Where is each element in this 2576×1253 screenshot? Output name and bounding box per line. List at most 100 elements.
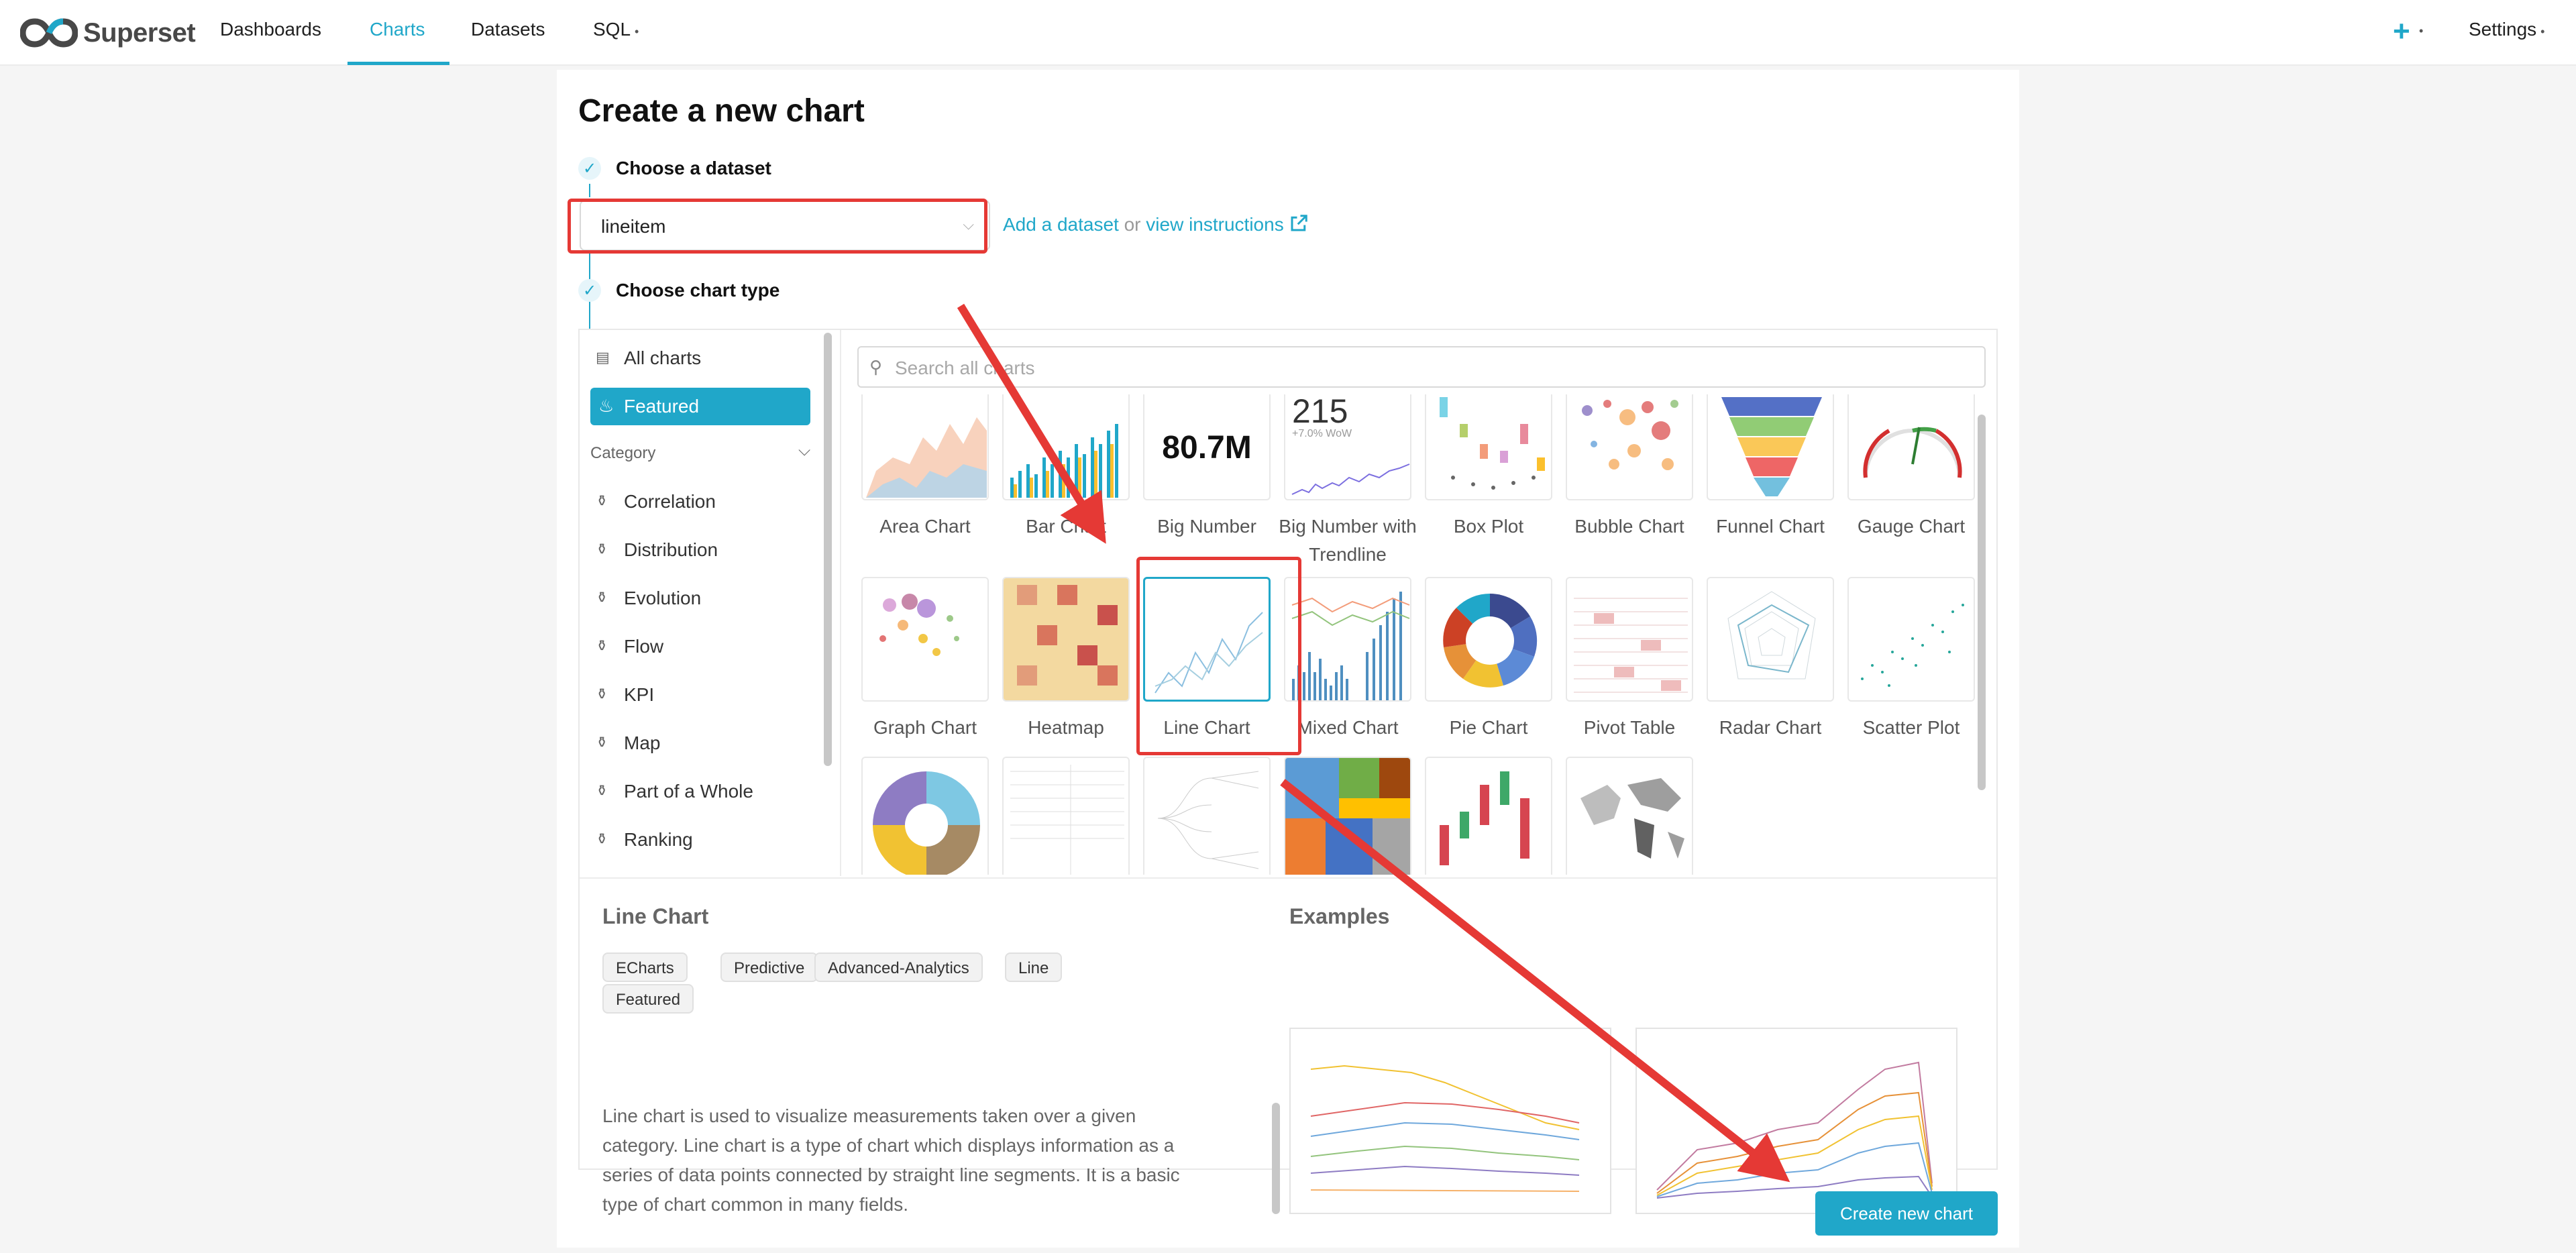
sidebar-scrollbar[interactable]: [824, 333, 832, 766]
chart-tile-box-plot[interactable]: [1425, 394, 1552, 500]
chart-tile-tree[interactable]: [1143, 757, 1271, 875]
chart-tile-bubble[interactable]: [1566, 394, 1693, 500]
sidebar-item-map[interactable]: Map: [624, 732, 660, 754]
example-2-thumbnail: [1656, 1061, 1933, 1199]
chart-label: Gauge Chart: [1857, 516, 1966, 537]
sidebar-item-flow[interactable]: Flow: [624, 636, 663, 657]
chart-label: Pie Chart: [1449, 717, 1528, 738]
chart-tile-heatmap[interactable]: [1002, 577, 1130, 702]
active-tab-indicator: [347, 62, 449, 65]
sidebar-item-all-charts[interactable]: All charts: [624, 347, 701, 369]
description-scrollbar[interactable]: [1272, 1103, 1280, 1214]
search-input[interactable]: [894, 354, 1970, 382]
tag-predictive: Predictive: [720, 952, 818, 982]
annotation-box-dataset: [568, 199, 987, 254]
dataset-links: Add a dataset or view instructions: [1003, 213, 1309, 235]
scatter-plot-thumbnail: [1861, 604, 1964, 687]
category-icon: ⚱: [596, 686, 608, 702]
divider: [840, 330, 841, 876]
chart-tile-area[interactable]: [861, 394, 989, 500]
sidebar-item-evolution[interactable]: Evolution: [624, 588, 701, 609]
chart-tile-pivot-table[interactable]: [1566, 577, 1693, 702]
chart-tile-pie[interactable]: [1425, 577, 1552, 702]
sidebar-item-kpi[interactable]: KPI: [624, 684, 654, 706]
chart-tile-world-map[interactable]: [1566, 757, 1693, 875]
chart-label: Radar Chart: [1719, 717, 1822, 738]
sidebar-item-part-of-a-whole[interactable]: Part of a Whole: [624, 781, 753, 802]
chart-tile-funnel[interactable]: [1707, 394, 1834, 500]
chart-tile-radar[interactable]: [1707, 577, 1834, 702]
sunburst-thumbnail: [873, 771, 980, 875]
pivot-table-thumbnail: [1574, 598, 1688, 693]
gallery-scrollbar[interactable]: [1978, 415, 1986, 790]
brand-name: Superset: [83, 17, 196, 48]
chevron-down-icon[interactable]: ⌵: [798, 441, 810, 460]
chart-tile-graph[interactable]: [861, 577, 989, 702]
chart-tile-table[interactable]: [1002, 757, 1130, 875]
chart-label: Scatter Plot: [1862, 717, 1960, 738]
step-label: Choose chart type: [616, 280, 780, 301]
example-image-1: [1289, 1028, 1611, 1214]
step-choose-dataset: ✓ Choose a dataset: [578, 157, 771, 180]
tag-featured: Featured: [602, 984, 694, 1014]
caret-down-icon: •: [635, 25, 639, 38]
chart-tile-big-number-trendline[interactable]: 215 +7.0% WoW: [1284, 394, 1411, 500]
category-heading: Category: [590, 444, 656, 462]
featured-label: Featured: [624, 396, 700, 417]
add-dataset-link[interactable]: Add a dataset: [1003, 214, 1119, 235]
check-icon: ✓: [578, 157, 601, 180]
nav-charts[interactable]: Charts: [370, 19, 425, 40]
chart-type-chooser: ▤ All charts ♨ Featured Category ⌵ ⚱ Cor…: [578, 329, 1998, 1215]
category-icon: ⚱: [596, 734, 608, 751]
chart-label: Pivot Table: [1583, 717, 1676, 738]
category-icon: ⚱: [596, 830, 608, 847]
chart-tile-gauge[interactable]: [1847, 394, 1975, 500]
chart-search[interactable]: ⚲: [857, 346, 1986, 388]
example-image-2: [1635, 1028, 1957, 1214]
tag-echarts: ECharts: [602, 952, 688, 982]
world-map-thumbnail: [1580, 778, 1684, 859]
examples-title: Examples: [1289, 904, 1390, 928]
create-chart-card: Create a new chart ✓ Choose a dataset li…: [557, 70, 2019, 1248]
create-new-chart-button[interactable]: Create new chart: [1815, 1191, 1998, 1236]
chart-tile-sunburst[interactable]: [861, 757, 989, 875]
chart-tile-bar[interactable]: [1002, 394, 1130, 500]
divider: [580, 877, 1996, 879]
step-choose-chart-type: ✓ Choose chart type: [578, 279, 780, 302]
sidebar-item-featured[interactable]: ♨ Featured: [590, 388, 810, 425]
chart-label: Funnel Chart: [1716, 516, 1825, 537]
tag-line: Line: [1005, 952, 1063, 982]
sidebar-item-distribution[interactable]: Distribution: [624, 539, 718, 561]
annotation-box-line-chart: [1136, 557, 1301, 755]
chart-tile-mixed[interactable]: [1284, 577, 1411, 702]
trendline-thumbnail: [1291, 464, 1410, 495]
chart-tile-waterfall[interactable]: [1425, 757, 1552, 875]
plus-icon[interactable]: +: [2393, 15, 2410, 48]
fire-icon: ♨: [598, 396, 614, 416]
nav-sql[interactable]: SQL •: [593, 19, 639, 40]
brand-logo[interactable]: Superset: [20, 16, 196, 50]
view-instructions-link[interactable]: view instructions: [1146, 214, 1309, 235]
caret-down-icon: •: [2540, 25, 2545, 38]
nav-dashboards[interactable]: Dashboards: [220, 19, 321, 40]
funnel-chart-thumbnail: [1721, 397, 1822, 496]
chart-tile-big-number[interactable]: 80.7M: [1143, 394, 1271, 500]
check-icon: ✓: [578, 279, 601, 302]
category-icon: ⚱: [596, 492, 608, 509]
sidebar-item-ranking[interactable]: Ranking: [624, 829, 693, 851]
step-connector: [589, 184, 590, 197]
category-icon: ⚱: [596, 589, 608, 606]
chart-description: Line chart is used to visualize measurem…: [602, 1105, 1180, 1215]
category-icon: ⚱: [596, 782, 608, 799]
nav-settings[interactable]: Settings •: [2469, 19, 2544, 40]
table-thumbnail: [1010, 765, 1124, 875]
chart-tile-scatter[interactable]: [1847, 577, 1975, 702]
waterfall-thumbnail: [1440, 771, 1529, 865]
sidebar-item-correlation[interactable]: Correlation: [624, 491, 716, 512]
radar-chart-thumbnail: [1727, 591, 1816, 679]
chart-label: Heatmap: [1028, 717, 1104, 738]
nav-datasets[interactable]: Datasets: [471, 19, 545, 40]
bubble-chart-thumbnail: [1582, 400, 1678, 470]
or-text: or: [1124, 214, 1141, 235]
chart-tile-treemap[interactable]: [1284, 757, 1411, 875]
